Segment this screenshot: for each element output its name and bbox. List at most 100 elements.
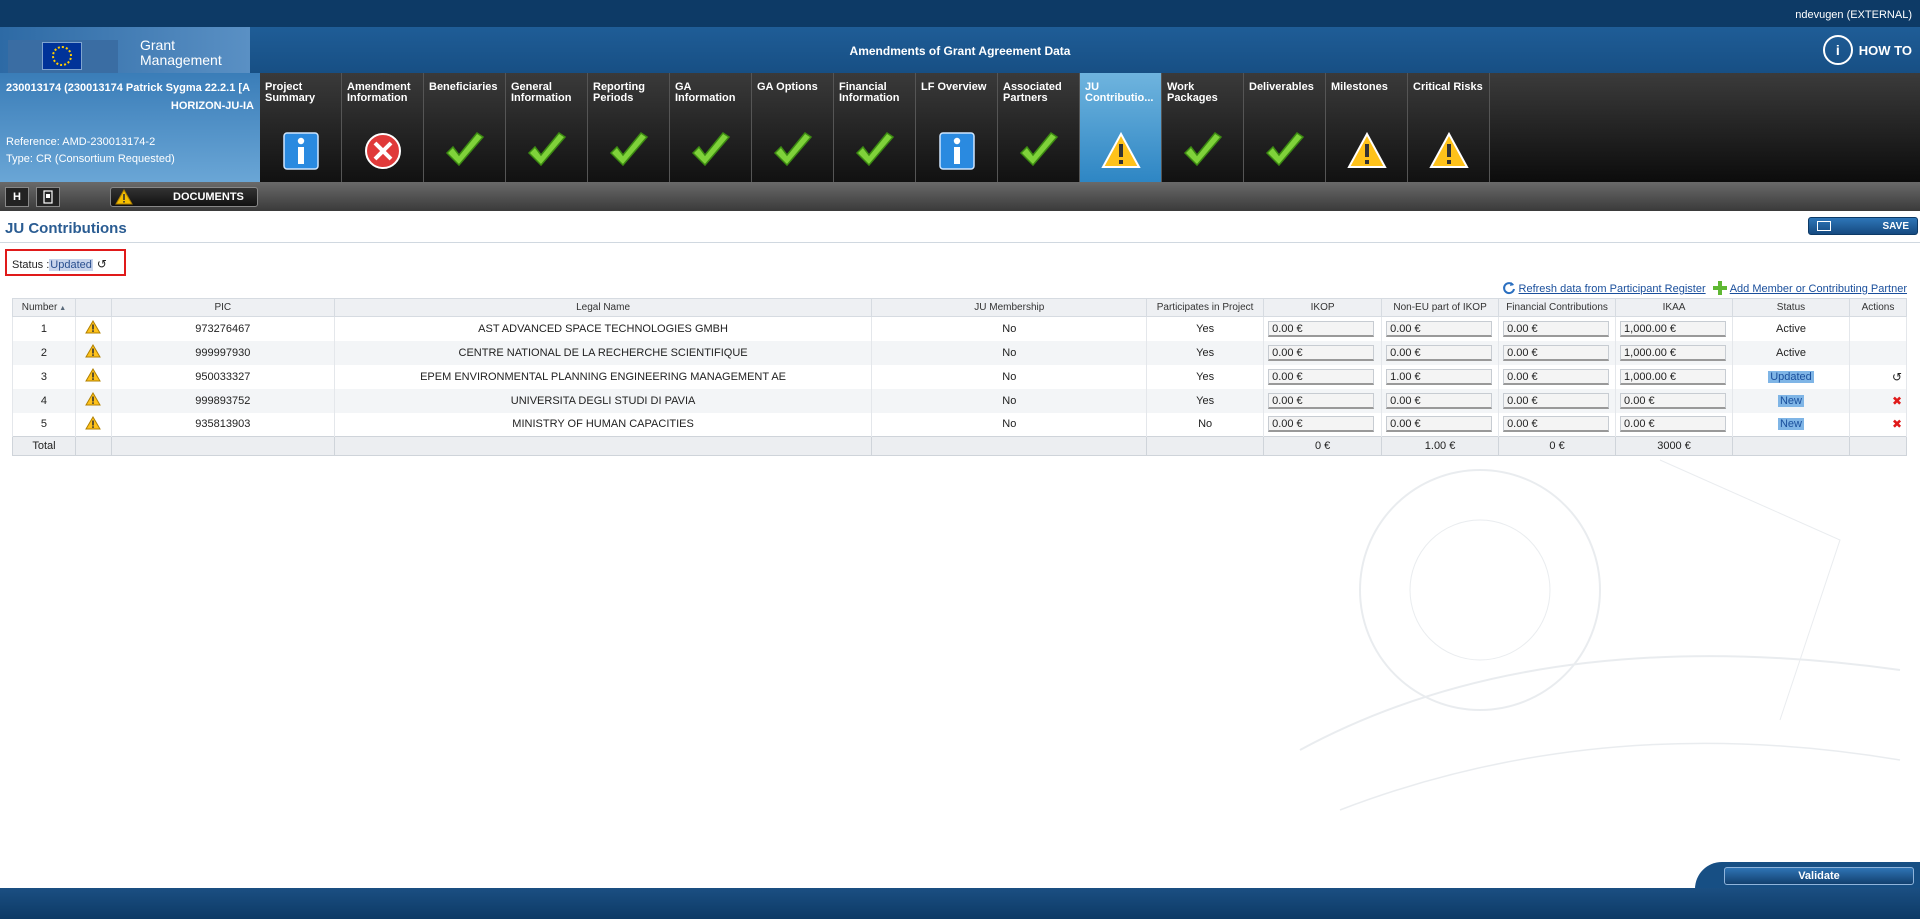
financial-contribution-input[interactable]: 0.00 €: [1503, 344, 1610, 361]
tab-lf-overview[interactable]: LF Overview: [916, 73, 998, 182]
undo-icon[interactable]: ↺: [97, 257, 107, 271]
app-header: Grant Management Amendments of Grant Agr…: [0, 27, 1920, 73]
row-legal-name: UNIVERSITA DEGLI STUDI DI PAVIA: [510, 394, 696, 407]
tab-label: GA Options: [757, 81, 818, 93]
row-status: Active: [1776, 346, 1806, 359]
noneu-ikop-input[interactable]: 1.00 €: [1386, 368, 1493, 385]
column-header: Participates in Project: [1146, 298, 1265, 317]
column-header: [74, 298, 112, 317]
save-button[interactable]: SAVE: [1808, 217, 1918, 235]
row-number: 1: [40, 322, 48, 335]
save-icon: [1817, 221, 1831, 231]
row-participates: No: [1198, 418, 1213, 431]
project-call: HORIZON-JU-IA: [170, 100, 254, 112]
tab-label: Financial Information: [839, 81, 900, 104]
tab-label: Beneficiaries: [429, 81, 498, 93]
project-type: Type: CR (Consortium Requested): [6, 153, 175, 165]
add-icon[interactable]: [1712, 281, 1727, 295]
warning-icon: [115, 189, 133, 205]
divider: [0, 242, 1920, 243]
row-membership: No: [1002, 418, 1017, 431]
tab-label: Associated Partners: [1003, 81, 1062, 104]
ikop-input[interactable]: 0.00 €: [1268, 320, 1375, 337]
undo-icon[interactable]: ↺: [1892, 370, 1902, 384]
noneu-ikop-input[interactable]: 0.00 €: [1386, 344, 1493, 361]
delete-icon[interactable]: ✖: [1892, 394, 1902, 408]
tab-label: Amendment Information: [347, 81, 411, 104]
tab-ga-options[interactable]: GA Options: [752, 73, 834, 182]
print-icon: [43, 190, 53, 204]
table-actions: Refresh data from Participant Register A…: [1502, 281, 1907, 295]
row-membership: No: [1002, 370, 1017, 383]
warning-icon: [1346, 131, 1388, 171]
tab-ju-contributio[interactable]: JU Contributio...: [1080, 73, 1162, 182]
info-icon: [936, 131, 978, 171]
row-pic: 999893752: [195, 394, 251, 407]
ikop-input[interactable]: 0.00 €: [1268, 368, 1375, 385]
howto-label: HOW TO: [1858, 42, 1912, 58]
user-name[interactable]: ndevugen (EXTERNAL): [1795, 9, 1912, 21]
tab-associated-partners[interactable]: Associated Partners: [998, 73, 1080, 182]
tab-general-information[interactable]: General Information: [506, 73, 588, 182]
project-info: 230013174 (230013174 Patrick Sygma 22.2.…: [0, 73, 260, 182]
row-participates: Yes: [1196, 394, 1215, 407]
warning-icon: [1100, 131, 1142, 171]
refresh-icon[interactable]: [1502, 281, 1516, 295]
documents-label: DOCUMENTS: [173, 191, 244, 203]
tab-label: Deliverables: [1249, 81, 1314, 93]
row-legal-name: AST ADVANCED SPACE TECHNOLOGIES GMBH: [478, 322, 728, 335]
add-partner-link[interactable]: Add Member or Contributing Partner: [1730, 283, 1907, 295]
financial-contribution-input[interactable]: 0.00 €: [1503, 320, 1610, 337]
table-row: 2 999997930 CENTRE NATIONAL DE LA RECHERCH…: [12, 340, 1908, 365]
financial-contribution-input[interactable]: 0.00 €: [1503, 368, 1610, 385]
documents-button[interactable]: DOCUMENTS: [110, 187, 258, 207]
status-value: Updated: [49, 259, 93, 271]
column-header: PIC: [110, 298, 335, 317]
tab-project-summary[interactable]: Project Summary: [260, 73, 342, 182]
tab-work-packages[interactable]: Work Packages: [1162, 73, 1244, 182]
table-header-row: Number ▲ PIC Legal Name JU Membership Partic…: [12, 298, 1908, 317]
print-button[interactable]: [36, 187, 60, 207]
column-header: Status: [1732, 298, 1850, 317]
ikop-input[interactable]: 0.00 €: [1268, 344, 1375, 361]
row-status: New: [1777, 394, 1804, 407]
noneu-ikop-input[interactable]: 0.00 €: [1386, 392, 1493, 409]
check-icon: [526, 131, 568, 171]
column-header[interactable]: Number ▲: [12, 298, 76, 317]
ikaa-input[interactable]: 1,000.00 €: [1620, 368, 1727, 385]
home-button[interactable]: H: [5, 187, 29, 207]
tab-label: JU Contributio...: [1085, 81, 1154, 104]
refresh-link[interactable]: Refresh data from Participant Register: [1519, 283, 1706, 295]
tab-ga-information[interactable]: GA Information: [670, 73, 752, 182]
tab-deliverables[interactable]: Deliverables: [1244, 73, 1326, 182]
tab-label: Project Summary: [265, 81, 316, 104]
check-icon: [854, 131, 896, 171]
table-row: 4 999893752 UNIVERSITA DEGLI STUDI DI PAVI…: [12, 388, 1908, 413]
ikaa-input[interactable]: 1,000.00 €: [1620, 344, 1727, 361]
ikop-input[interactable]: 0.00 €: [1268, 392, 1375, 409]
validate-button[interactable]: Validate: [1724, 867, 1914, 885]
warning-icon: [85, 344, 102, 358]
tab-label: Work Packages: [1167, 81, 1218, 104]
tab-beneficiaries[interactable]: Beneficiaries: [424, 73, 506, 182]
tab-financial-information[interactable]: Financial Information: [834, 73, 916, 182]
tab-critical-risks[interactable]: Critical Risks: [1408, 73, 1490, 182]
table-row: 1 973276467 AST ADVANCED SPACE TECHNOLOGIE…: [12, 316, 1908, 341]
tab-reporting-periods[interactable]: Reporting Periods: [588, 73, 670, 182]
ikaa-input[interactable]: 0.00 €: [1620, 392, 1727, 409]
financial-contribution-input[interactable]: 0.00 €: [1503, 392, 1610, 409]
sort-asc-icon: ▲: [57, 305, 67, 312]
row-number: 5: [40, 418, 48, 431]
tab-milestones[interactable]: Milestones: [1326, 73, 1408, 182]
save-label: SAVE: [1882, 221, 1910, 232]
ikaa-input[interactable]: 1,000.00 €: [1620, 320, 1727, 337]
noneu-ikop-input[interactable]: 0.00 €: [1386, 320, 1493, 337]
tab-amendment-information[interactable]: Amendment Information: [342, 73, 424, 182]
background-watermark: [1299, 459, 1901, 811]
tab-label: Milestones: [1331, 81, 1388, 93]
project-reference: Reference: AMD-230013174-2: [6, 136, 156, 148]
column-header: Financial Contributions: [1498, 298, 1617, 317]
howto-button[interactable]: i HOW TO: [1822, 35, 1912, 65]
check-icon: [608, 131, 650, 171]
warning-icon: [85, 392, 102, 406]
